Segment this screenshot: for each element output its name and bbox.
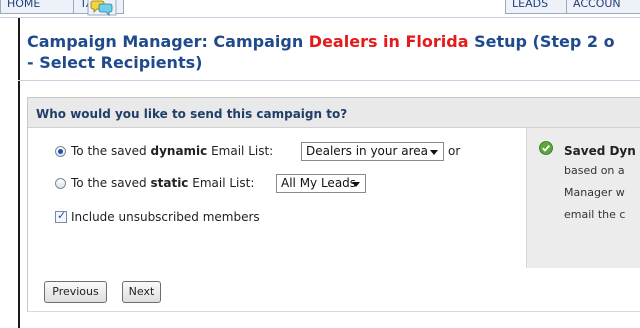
static-label-suffix: Email List: — [188, 176, 255, 190]
chevron-down-icon — [430, 150, 438, 155]
previous-button[interactable]: Previous — [44, 281, 107, 303]
title-prefix: Campaign Manager: Campaign — [27, 32, 309, 51]
include-unsubscribed-label: Include unsubscribed members — [71, 210, 260, 224]
dynamic-list-value: Dealers in your area — [306, 144, 429, 158]
saved-info-line: Manager w — [564, 186, 625, 199]
top-nav: HOME TASKS LEADS ACCOUN — [0, 0, 640, 17]
saved-list-info: Saved Dyn based on a Manager w email the… — [526, 128, 640, 280]
static-list-radio[interactable] — [55, 178, 66, 189]
panel-header: Who would you like to send this campaign… — [28, 98, 640, 128]
saved-info-line: based on a — [564, 164, 625, 177]
nav-tab-accounts[interactable]: ACCOUN — [566, 0, 640, 14]
dynamic-label-suffix: Email List: — [207, 144, 274, 158]
include-unsubscribed-checkbox[interactable]: ✓ — [55, 209, 67, 223]
next-button[interactable]: Next — [122, 281, 161, 303]
checkmark-icon: ✓ — [57, 209, 67, 222]
dynamic-list-label: To the saved dynamic Email List: — [71, 144, 273, 158]
title-suffix: Setup (Step 2 o — [468, 32, 615, 51]
nav-divider — [0, 17, 640, 18]
footer-divider — [27, 311, 640, 312]
page-title: Campaign Manager: Campaign Dealers in Fl… — [27, 31, 637, 73]
dynamic-list-select[interactable]: Dealers in your area — [301, 142, 444, 161]
static-list-label: To the saved static Email List: — [71, 176, 254, 190]
check-circle-icon — [539, 141, 553, 155]
nav-tab-leads[interactable]: LEADS — [505, 0, 567, 14]
dynamic-label-bold: dynamic — [150, 144, 208, 158]
dynamic-list-radio[interactable] — [55, 146, 66, 157]
title-divider — [18, 80, 640, 81]
or-label: or — [448, 144, 461, 158]
panel-heading: Who would you like to send this campaign… — [36, 107, 348, 121]
static-list-value: All My Leads — [281, 176, 357, 190]
saved-info-title: Saved Dyn — [564, 144, 636, 158]
button-bar — [27, 268, 640, 311]
title-step-label: - Select Recipients) — [27, 53, 203, 72]
saved-info-line: email the c — [564, 208, 626, 221]
campaign-name: Dealers in Florida — [308, 32, 469, 51]
dynamic-label-prefix: To the saved — [71, 144, 151, 158]
static-label-prefix: To the saved — [71, 176, 151, 190]
chat-icon[interactable] — [87, 0, 117, 16]
nav-tab-home[interactable]: HOME — [0, 0, 74, 14]
recipients-panel: Who would you like to send this campaign… — [27, 97, 640, 280]
static-list-select[interactable]: All My Leads — [276, 174, 366, 193]
static-label-bold: static — [150, 176, 189, 190]
frame-border — [18, 18, 20, 328]
chevron-down-icon — [352, 182, 360, 187]
